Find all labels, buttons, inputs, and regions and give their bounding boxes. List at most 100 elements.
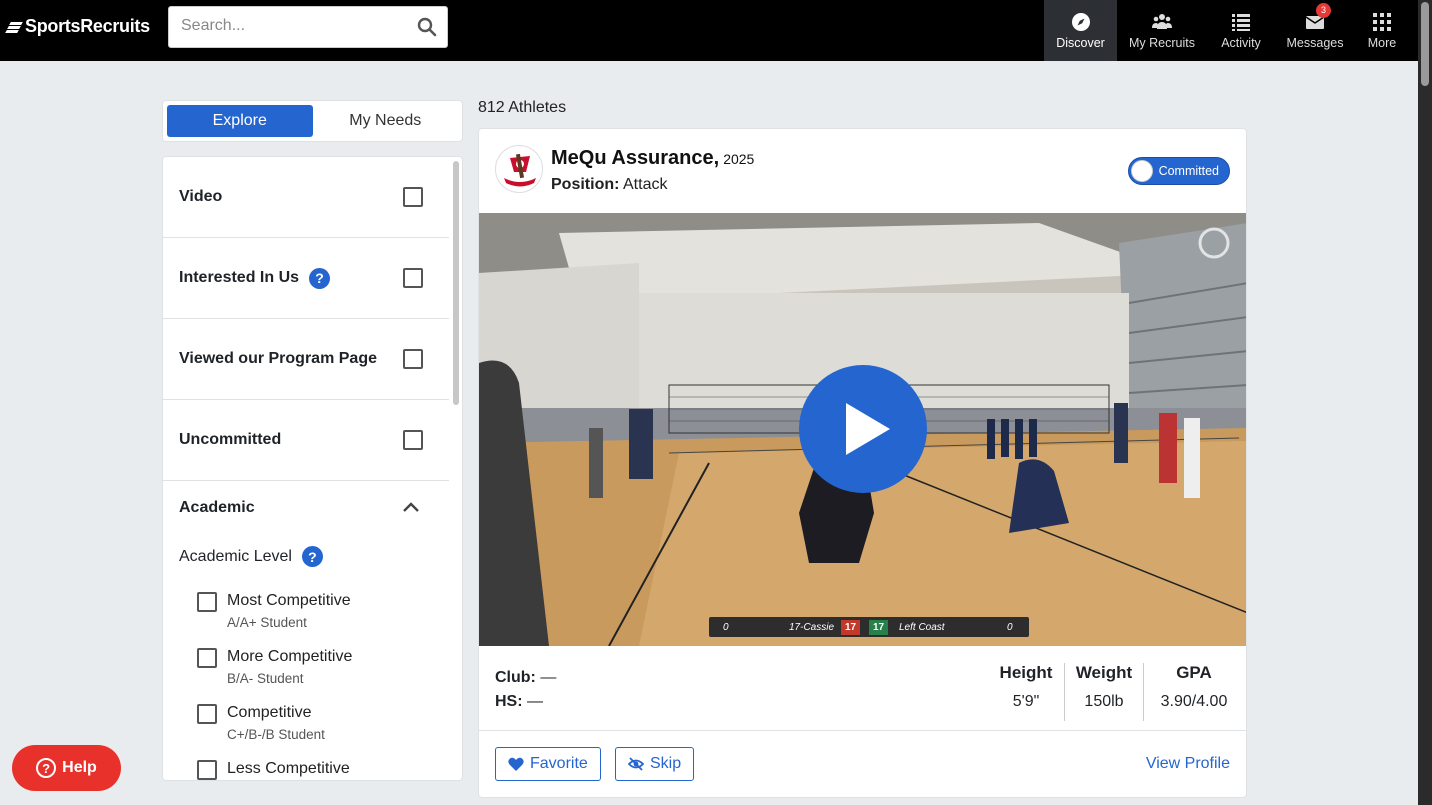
option-label: Less Competitive [227, 760, 350, 777]
club-line: Club: — [495, 666, 556, 690]
nav-my-recruits[interactable]: My Recruits [1118, 0, 1206, 61]
club-label: Club: [495, 669, 536, 686]
filter-interested-checkbox[interactable] [403, 268, 423, 288]
academic-section-title[interactable]: Academic [179, 499, 255, 517]
athlete-affiliations: Club: — HS: — [495, 666, 556, 714]
sportsrecruits-logo[interactable]: SportsRecruits [5, 16, 150, 37]
option-checkbox[interactable] [197, 704, 217, 724]
users-icon [1152, 13, 1172, 29]
filter-uncommitted[interactable]: Uncommitted [163, 400, 449, 481]
stat-divider [1143, 663, 1144, 721]
academic-level-text: Academic Level [179, 547, 292, 565]
messages-count-badge: 3 [1316, 3, 1331, 18]
college-logo-icon [1130, 160, 1153, 182]
nav-label: More [1367, 35, 1397, 50]
filter-label: Interested In Us [179, 269, 300, 286]
athlete-position: Position: Attack [551, 176, 667, 194]
search-icon[interactable] [417, 17, 437, 37]
filter-label: Viewed our Program Page [179, 350, 377, 367]
search-input[interactable] [169, 7, 409, 45]
club-logo [495, 145, 543, 193]
nav-label: My Recruits [1129, 35, 1195, 50]
stat-value: 3.90/4.00 [1160, 693, 1228, 710]
scoreboard-right-team: Left Coast [899, 621, 945, 633]
tab-explore[interactable]: Explore [167, 105, 313, 137]
option-sublabel: A/A+ Student [227, 615, 307, 630]
card-divider [479, 730, 1246, 731]
brand-name: SportsRecruits [25, 16, 150, 36]
stat-label: GPA [1176, 663, 1212, 682]
favorite-label: Favorite [530, 755, 588, 772]
option-label: Most Competitive [227, 592, 351, 609]
skip-label: Skip [650, 755, 682, 772]
filter-label: Uncommitted [179, 431, 282, 448]
option-checkbox[interactable] [197, 648, 217, 668]
stat-height: Height 5'9" [991, 663, 1061, 711]
athlete-count: 812 Athletes [478, 99, 567, 116]
list-icon [1232, 13, 1250, 31]
position-value: Attack [623, 176, 668, 193]
highlight-video[interactable]: 0 17-Cassie 17 17 Left Coast 0 [479, 213, 1246, 646]
stat-label: Weight [1075, 663, 1133, 682]
page-scrollbar-track[interactable] [1418, 0, 1432, 805]
favorite-button[interactable]: Favorite [495, 747, 601, 781]
grid-icon [1373, 12, 1391, 31]
athlete-name-text: MeQu Assurance, [551, 147, 720, 169]
scoreboard-set-right: 17 [869, 619, 889, 635]
filter-label: Video [179, 188, 223, 205]
view-profile-link[interactable]: View Profile [1146, 755, 1230, 773]
filter-video[interactable]: Video [163, 157, 449, 238]
nav-label: Discover [1056, 35, 1105, 50]
play-video-button[interactable] [799, 365, 927, 493]
athlete-card: MeQu Assurance, 2025 Position: Attack Com… [478, 128, 1247, 798]
option-label: Competitive [227, 704, 312, 721]
hs-line: HS: — [495, 690, 556, 714]
option-sublabel: C+/B-/B Student [227, 727, 325, 742]
help-circle-icon[interactable]: ? [301, 546, 323, 567]
nav-label: Messages [1286, 35, 1344, 50]
position-label: Position: [551, 176, 620, 193]
scoreboard-set-left: 17 [841, 619, 861, 635]
option-checkbox[interactable] [197, 760, 217, 780]
nav-activity[interactable]: Activity [1208, 0, 1274, 61]
search-box[interactable] [168, 6, 448, 48]
help-circle-icon[interactable]: ? [309, 267, 331, 289]
filter-viewed-program-page[interactable]: Viewed our Program Page [163, 319, 449, 400]
stat-gpa: GPA 3.90/4.00 [1149, 663, 1239, 711]
stat-divider [1064, 663, 1065, 721]
stat-value: 5'9" [1012, 693, 1040, 710]
stat-value: 150lb [1084, 693, 1124, 710]
logo-mark-icon [5, 21, 23, 33]
filters-scrollbar[interactable] [453, 161, 459, 405]
scoreboard-left-score: 0 [723, 621, 729, 633]
option-checkbox[interactable] [197, 592, 217, 612]
nav-label: Activity [1221, 35, 1261, 50]
nav-more[interactable]: More [1356, 0, 1408, 61]
view-tabs: Explore My Needs [162, 100, 463, 142]
filter-viewed-checkbox[interactable] [403, 349, 423, 369]
page-scrollbar-thumb[interactable] [1421, 2, 1429, 86]
nav-discover[interactable]: Discover [1044, 0, 1117, 61]
help-label: Help [62, 759, 97, 776]
help-button[interactable]: ? Help [12, 745, 121, 791]
tab-my-needs[interactable]: My Needs [313, 105, 459, 137]
committed-badge: Committed [1127, 157, 1230, 185]
stat-weight: Weight 150lb [1069, 663, 1139, 711]
scoreboard-left-team: 17-Cassie [789, 621, 835, 633]
club-value: — [540, 669, 557, 686]
chevron-up-icon[interactable] [402, 500, 420, 514]
committed-label: Committed [1158, 164, 1219, 178]
filter-interested-in-us[interactable]: Interested In Us ? [163, 238, 449, 319]
hs-value: — [527, 693, 544, 710]
nav-messages[interactable]: Messages 3 [1278, 0, 1352, 61]
filter-uncommitted-checkbox[interactable] [403, 430, 423, 450]
question-circle-icon: ? [36, 758, 57, 778]
stat-label: Height [999, 663, 1053, 682]
skip-button[interactable]: Skip [615, 747, 695, 781]
heart-icon [508, 757, 524, 771]
filters-panel: Video Interested In Us ? Viewed our Prog… [162, 156, 463, 781]
athlete-name[interactable]: MeQu Assurance, 2025 [551, 147, 754, 170]
video-scoreboard: 0 17-Cassie 17 17 Left Coast 0 [709, 617, 1029, 637]
filter-video-checkbox[interactable] [403, 187, 423, 207]
option-label: More Competitive [227, 648, 353, 665]
